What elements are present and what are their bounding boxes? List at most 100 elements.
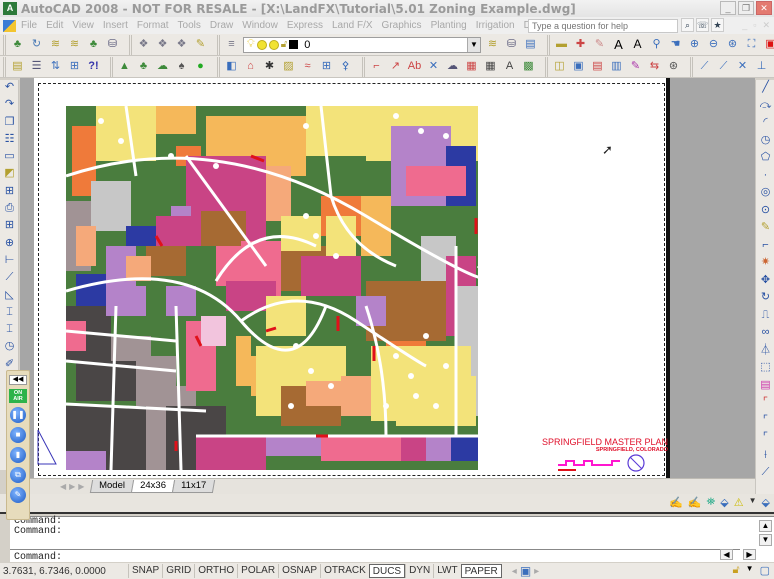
- status-menu-chevron-icon[interactable]: ▼: [746, 564, 754, 577]
- mirror-icon[interactable]: ⏃: [758, 343, 773, 360]
- menu-edit[interactable]: Edit: [46, 20, 63, 31]
- communication-icon[interactable]: ⛯: [706, 496, 715, 509]
- layer-manager-icon[interactable]: ≡: [224, 37, 239, 52]
- tab-24x36[interactable]: 24x36: [131, 480, 176, 493]
- properties-icon[interactable]: ☷: [2, 132, 17, 148]
- layer-previous-icon[interactable]: ⛁: [504, 37, 519, 52]
- project-manager-icon[interactable]: ▤: [10, 59, 25, 74]
- menu-planting[interactable]: Planting: [431, 20, 467, 31]
- dimension-text-icon[interactable]: A: [502, 59, 517, 74]
- plot-icon[interactable]: ⎙: [2, 201, 17, 217]
- copy-icon[interactable]: ∞: [758, 325, 773, 342]
- xref-tool-3-icon[interactable]: ▤: [590, 59, 605, 74]
- clean-screen-icon[interactable]: ▢: [760, 564, 770, 577]
- snap-endpoint-icon[interactable]: ⟋: [697, 59, 712, 74]
- offset-icon[interactable]: ⌜: [758, 430, 773, 447]
- preferences-icon[interactable]: ☰: [29, 59, 44, 74]
- fillet-icon[interactable]: ⌜: [758, 395, 773, 412]
- network-button[interactable]: ⧉: [10, 467, 26, 483]
- dim-angular-icon[interactable]: ◺: [2, 288, 17, 304]
- tray-menu-chevron-icon[interactable]: ▼: [749, 496, 757, 509]
- revision-cloud-icon[interactable]: ☁: [445, 59, 460, 74]
- zoom-in-icon[interactable]: ⊕: [687, 37, 702, 52]
- plant-spot-icon[interactable]: ●: [193, 59, 208, 74]
- chevron-down-icon[interactable]: ▼: [467, 37, 480, 52]
- mouse-button[interactable]: ▮: [10, 447, 26, 463]
- close-button[interactable]: ✕: [756, 1, 772, 15]
- doc-minimize-icon[interactable]: _: [742, 20, 747, 31]
- make-layer-current-icon[interactable]: ≋: [485, 37, 500, 52]
- rectangle-icon[interactable]: ⌐: [758, 238, 773, 255]
- tray-settings-icon[interactable]: ⬙: [762, 496, 770, 509]
- scroll-up-icon[interactable]: ▲: [759, 520, 772, 532]
- toggle-snap[interactable]: SNAP: [128, 564, 162, 578]
- snap-intersection-icon[interactable]: ✕: [735, 59, 750, 74]
- irrigation-tool-7-icon[interactable]: ⚴: [338, 59, 353, 74]
- dim-radius-icon[interactable]: ◷: [2, 339, 17, 355]
- dim-baseline-icon[interactable]: ⌶: [2, 305, 17, 321]
- snap-midpoint-icon[interactable]: ⟋: [716, 59, 731, 74]
- arc-icon[interactable]: ◜: [758, 115, 773, 132]
- scroll-left-icon[interactable]: ◀: [720, 549, 733, 560]
- help-search-icon[interactable]: ⌕: [681, 18, 694, 32]
- chamfer-icon[interactable]: ⌜: [758, 413, 773, 430]
- design-center-icon[interactable]: ◩: [2, 166, 17, 182]
- publish-icon[interactable]: ▣: [763, 37, 774, 52]
- document-icon[interactable]: [3, 19, 16, 32]
- menu-insert[interactable]: Insert: [103, 20, 128, 31]
- site-tool-6-icon[interactable]: ⛁: [105, 37, 120, 52]
- menu-graphics[interactable]: Graphics: [382, 20, 422, 31]
- favorites-star-icon[interactable]: ★: [711, 18, 724, 32]
- point-icon[interactable]: ·: [758, 168, 773, 185]
- shrub-icon[interactable]: ☁: [155, 59, 170, 74]
- xref-tool-2-icon[interactable]: ▣: [571, 59, 586, 74]
- irrigation-tool-3-icon[interactable]: ✱: [262, 59, 277, 74]
- graphics-tool-2-icon[interactable]: ❖: [155, 37, 170, 52]
- command-scrollbar[interactable]: ▲ ▼: [759, 520, 773, 548]
- trim-icon[interactable]: ⟊: [758, 448, 773, 465]
- table-icon[interactable]: ▦: [483, 59, 498, 74]
- viewport-prev-icon[interactable]: ◂: [512, 566, 517, 577]
- polygon-icon[interactable]: ⬠: [758, 150, 773, 167]
- graphics-tool-4-icon[interactable]: ✎: [193, 37, 208, 52]
- stop-button[interactable]: ■: [10, 427, 26, 443]
- layer-dropdown[interactable]: 💡︎ 🔓︎ 0 ▼: [243, 36, 481, 53]
- toolbar-lock-icon[interactable]: 🔓︎: [733, 564, 740, 577]
- snap-perpendicular-icon[interactable]: ⊥: [754, 59, 769, 74]
- tab-navigation-arrows[interactable]: ◀▶▶: [60, 482, 87, 491]
- menu-window[interactable]: Window: [242, 20, 278, 31]
- pause-button[interactable]: ❚❚: [10, 407, 26, 423]
- xref-tool-7-icon[interactable]: ⊛: [666, 59, 681, 74]
- layer-lock-icon[interactable]: 🔓︎: [281, 39, 287, 50]
- site-tool-4-icon[interactable]: ≋: [67, 37, 82, 52]
- zoom-window-icon[interactable]: ⊛: [725, 37, 740, 52]
- circle-icon[interactable]: ◷: [758, 133, 773, 150]
- menu-draw[interactable]: Draw: [210, 20, 233, 31]
- collapse-panel-button[interactable]: ◀◀: [9, 375, 27, 385]
- zoom-icon[interactable]: ⊕: [2, 236, 17, 252]
- pencil-edit-icon[interactable]: ✎: [592, 37, 607, 52]
- line-icon[interactable]: ╱: [758, 80, 773, 97]
- menu-format[interactable]: Format: [137, 20, 169, 31]
- layer-freeze-icon[interactable]: [256, 39, 267, 50]
- doc-restore-icon[interactable]: ▫: [753, 20, 756, 31]
- toggle-polar[interactable]: POLAR: [237, 564, 278, 578]
- toggle-osnap[interactable]: OSNAP: [278, 564, 320, 578]
- add-point-icon[interactable]: ✚: [573, 37, 588, 52]
- ellipse-icon[interactable]: ⊙: [758, 203, 773, 220]
- measure-icon[interactable]: ▬: [554, 37, 569, 52]
- layer-viewport-freeze-icon[interactable]: [268, 39, 279, 50]
- scale-icon[interactable]: ⬚: [758, 360, 773, 377]
- donut-icon[interactable]: ◎: [758, 185, 773, 202]
- scroll-down-icon[interactable]: ▼: [759, 534, 772, 546]
- toggle-paper[interactable]: PAPER: [460, 564, 502, 578]
- zoom-extents-icon[interactable]: ⛶: [744, 37, 759, 52]
- toggle-ducs[interactable]: DUCS: [368, 564, 406, 578]
- restore-button[interactable]: ❐: [738, 1, 754, 15]
- multiline-text-icon[interactable]: A: [611, 37, 626, 52]
- annotation-scale-icon[interactable]: ✍: [669, 496, 683, 509]
- plant-tool-1-icon[interactable]: ▲: [117, 59, 132, 74]
- toggle-dyn[interactable]: DYN: [405, 564, 433, 578]
- sketch-icon[interactable]: ✎: [758, 220, 773, 237]
- polyline-icon[interactable]: ⤼: [758, 98, 773, 115]
